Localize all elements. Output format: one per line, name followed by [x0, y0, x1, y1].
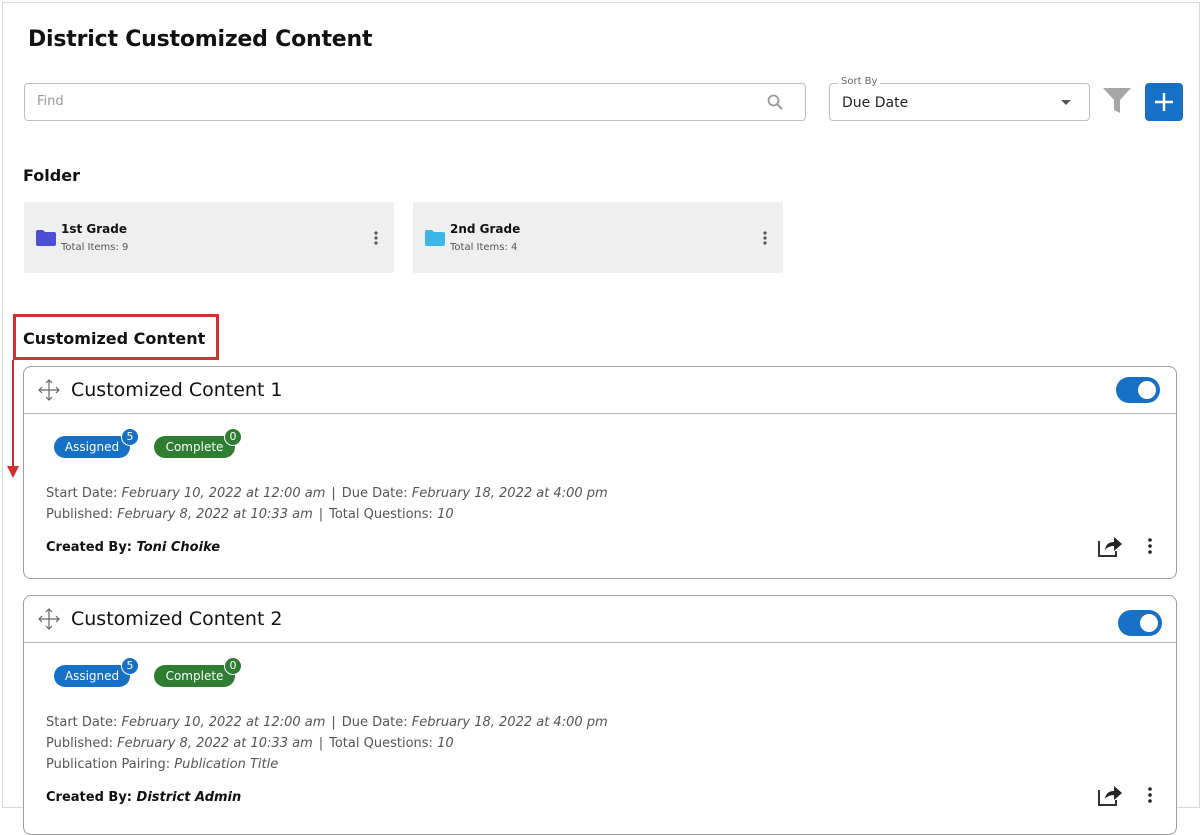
publish-toggle[interactable]: [1116, 377, 1160, 403]
drag-move-icon[interactable]: [37, 378, 61, 406]
assigned-count: 5: [121, 657, 139, 675]
complete-count: 0: [224, 428, 242, 446]
search-icon[interactable]: [767, 94, 783, 114]
published-line: Published: February 8, 2022 at 10:33 am |…: [46, 736, 454, 751]
assigned-badge[interactable]: Assigned: [54, 436, 130, 458]
folder-icon: [425, 230, 445, 250]
chevron-down-icon: [1061, 100, 1071, 105]
content-card: Customized Content 1 Assigned 5 Complete…: [23, 366, 1177, 579]
filter-button[interactable]: [1100, 85, 1134, 117]
annotation-highlight-box: [13, 314, 219, 360]
search-box[interactable]: [24, 83, 806, 121]
published-line: Published: February 8, 2022 at 10:33 am |…: [46, 507, 454, 522]
share-icon[interactable]: [1097, 534, 1123, 562]
date-line: Start Date: February 10, 2022 at 12:00 a…: [46, 715, 608, 730]
date-line: Start Date: February 10, 2022 at 12:00 a…: [46, 486, 608, 501]
complete-badge[interactable]: Complete: [154, 436, 235, 458]
folder-name: 1st Grade: [61, 222, 127, 236]
kebab-menu-icon[interactable]: [374, 230, 378, 249]
drag-move-icon[interactable]: [37, 607, 61, 635]
sort-by-select[interactable]: Sort By Due Date: [829, 76, 1090, 121]
kebab-menu-icon[interactable]: [763, 230, 767, 249]
kebab-menu-icon[interactable]: [1148, 787, 1152, 807]
folder-icon: [36, 230, 56, 250]
assigned-badge[interactable]: Assigned: [54, 665, 130, 687]
kebab-menu-icon[interactable]: [1148, 538, 1152, 558]
folder-card-1st-grade[interactable]: 1st Grade Total Items: 9: [24, 202, 394, 273]
annotation-arrow-head: [7, 466, 19, 478]
search-input[interactable]: [35, 93, 739, 110]
folder-heading: Folder: [23, 166, 80, 185]
publication-pairing-line: Publication Pairing: Publication Title: [46, 757, 279, 772]
folder-card-2nd-grade[interactable]: 2nd Grade Total Items: 4: [413, 202, 783, 273]
sort-by-label: Sort By: [838, 76, 881, 87]
annotation-arrow-line: [12, 360, 14, 468]
filter-icon: [1103, 88, 1131, 113]
content-card: Customized Content 2 Assigned 5 Complete…: [23, 595, 1177, 835]
plus-icon: [1155, 93, 1173, 111]
sort-by-value: Due Date: [842, 95, 909, 111]
add-content-button[interactable]: [1145, 83, 1183, 121]
card-header: Customized Content 1: [24, 367, 1176, 414]
created-by: Created By: Toni Choike: [46, 540, 221, 555]
folder-item-count: Total Items: 4: [450, 242, 518, 253]
publish-toggle[interactable]: [1118, 610, 1162, 636]
page-title: District Customized Content: [28, 27, 373, 52]
assigned-count: 5: [121, 428, 139, 446]
folder-item-count: Total Items: 9: [61, 242, 129, 253]
toggle-knob: [1138, 381, 1156, 399]
folder-name: 2nd Grade: [450, 222, 521, 236]
share-icon[interactable]: [1097, 783, 1123, 811]
card-header: Customized Content 2: [24, 596, 1176, 643]
complete-badge[interactable]: Complete: [154, 665, 235, 687]
created-by: Created By: District Admin: [46, 790, 242, 805]
card-title: Customized Content 1: [71, 379, 283, 401]
card-title: Customized Content 2: [71, 608, 283, 630]
toggle-knob: [1140, 614, 1158, 632]
complete-count: 0: [224, 657, 242, 675]
